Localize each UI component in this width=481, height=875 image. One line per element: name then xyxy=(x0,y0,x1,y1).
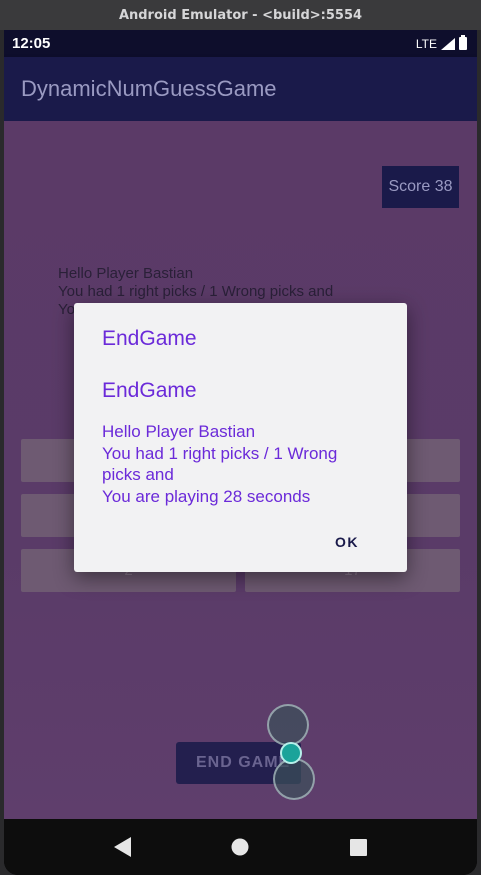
ok-button[interactable]: OK xyxy=(335,534,359,550)
device-screen: 12:05 LTE DynamicNumGuessGame Score 38 H… xyxy=(4,30,477,875)
emulator-window: Android Emulator - <build>:5554 12:05 LT… xyxy=(0,0,481,875)
dialog-heading: EndGame xyxy=(102,379,197,402)
end-game-dialog: EndGame EndGame Hello Player Bastian You… xyxy=(74,303,407,572)
dialog-message-line-3: You are playing 28 seconds xyxy=(102,486,311,506)
window-title: Android Emulator - <build>:5554 xyxy=(0,0,481,30)
dialog-title: EndGame xyxy=(102,327,197,350)
dialog-message-line-2: You had 1 right picks / 1 Wrong picks an… xyxy=(102,443,338,485)
dialog-message: Hello Player Bastian You had 1 right pic… xyxy=(102,421,379,507)
dialog-message-line-1: Hello Player Bastian xyxy=(102,422,256,441)
